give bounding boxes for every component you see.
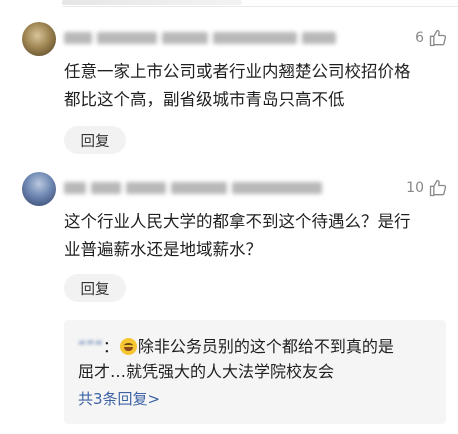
thumbs-up-icon: [429, 29, 447, 47]
like-button[interactable]: 6: [415, 28, 448, 48]
reply-button[interactable]: 回复: [64, 126, 126, 154]
subreply-line: “”“： 除非公务员别的这个都给不到真的是: [78, 337, 394, 356]
subreply-preview[interactable]: “”“： 除非公务员别的这个都给不到真的是 屈才…就凭强大的人大法学院校友会 共3…: [64, 320, 446, 424]
comment-text: 任意一家上市公司或者行业内翘楚公司校招价格 都比这个高，副省级城市青岛只高不低: [64, 62, 411, 109]
previous-comment-remnant: [62, 0, 242, 5]
avatar[interactable]: [22, 172, 56, 206]
like-count: 6: [415, 30, 424, 46]
subreply-author[interactable]: “”“: [78, 337, 103, 356]
divider: [62, 6, 458, 7]
like-button[interactable]: 10: [406, 178, 448, 198]
view-more-replies-link[interactable]: 共3条回复>: [78, 388, 432, 409]
avatar[interactable]: [22, 22, 56, 56]
username-blurred[interactable]: [64, 182, 322, 194]
laughing-emoji-icon: [119, 338, 137, 355]
comment-text: 这个行业人民大学的都拿不到这个待遇么？是行 业普遍薪水还是地域薪水？: [64, 212, 411, 259]
thumbs-up-icon: [429, 179, 447, 197]
reply-button[interactable]: 回复: [64, 274, 126, 302]
like-count: 10: [406, 180, 424, 196]
username-blurred[interactable]: [64, 32, 336, 44]
subreply-line: 屈才…就凭强大的人大法学院校友会: [78, 362, 335, 381]
